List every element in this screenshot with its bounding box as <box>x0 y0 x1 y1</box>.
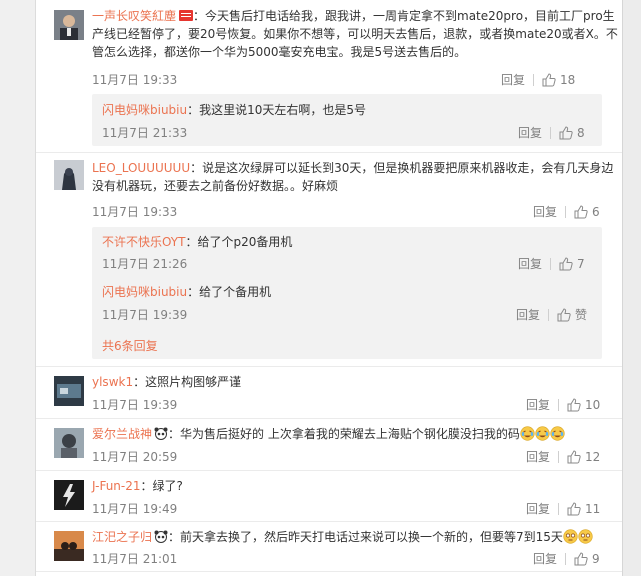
avatar[interactable] <box>54 480 84 510</box>
laugh-cry-emoji-icon <box>520 426 535 441</box>
comment-text-line: 没有机器玩，还要去之前备份好数据。。好麻烦 <box>92 179 339 193</box>
thumbs-up-icon[interactable] <box>567 501 581 516</box>
reply-button[interactable]: 回复 <box>501 71 525 88</box>
comment-text: 一声长叹笑紅塵 ：今天售后打电话给我，跟我讲，一周肯定拿不到mate20pro，目… <box>92 9 615 23</box>
reply-actions: 回复 8 <box>518 124 585 141</box>
laugh-cry-emoji-icon <box>535 426 550 441</box>
like-count: 8 <box>577 125 585 140</box>
reply-button[interactable]: 回复 <box>526 396 550 413</box>
avatar[interactable] <box>54 376 84 406</box>
reply-button[interactable]: 回复 <box>518 255 542 272</box>
member-badge-icon[interactable] <box>179 10 194 21</box>
like-count: 7 <box>577 256 585 271</box>
reply-time: 11月7日 21:26 <box>102 257 188 271</box>
username-link[interactable]: 闪电妈咪biubiu <box>102 285 187 299</box>
divider <box>36 366 622 367</box>
username-link[interactable]: 闪电妈咪biubiu <box>102 103 187 117</box>
reply-button[interactable]: 回复 <box>533 550 557 567</box>
comment-text: 爱尔兰战神 ：华为售后挺好的 上次拿着我的荣耀去上海贴个钢化膜没扫我的码 <box>92 426 565 443</box>
comment-time: 11月7日 21:01 <box>92 552 178 566</box>
like-count: 6 <box>592 204 600 219</box>
reply-button[interactable]: 回复 <box>526 500 550 517</box>
reply-button[interactable]: 回复 <box>516 306 540 323</box>
comment-text: J-Fun-21：绿了? <box>92 479 183 493</box>
username-link[interactable]: 一声长叹笑紅塵 <box>92 9 176 23</box>
divider <box>36 521 622 522</box>
thumbs-up-icon[interactable] <box>567 449 581 464</box>
sweat-emoji-icon <box>578 529 593 544</box>
view-more-replies-link[interactable]: 共6条回复 <box>102 338 158 355</box>
thumbs-up-icon[interactable] <box>559 256 573 271</box>
comment-time: 11月7日 20:59 <box>92 450 178 464</box>
like-count: 12 <box>585 449 601 464</box>
avatar[interactable] <box>54 160 84 190</box>
avatar[interactable] <box>54 10 84 40</box>
like-count: 10 <box>585 397 601 412</box>
comment-text-line: 产线已经暂停了，要20号恢复。如果你不想等，可以明天去售后，退款，或者换mate… <box>92 27 618 41</box>
username-link[interactable]: LEO_LOUUUUUU <box>92 161 190 175</box>
divider <box>36 152 622 153</box>
divider <box>36 470 622 471</box>
thumbs-up-icon[interactable] <box>542 72 556 87</box>
comment-actions: 回复 9 <box>533 550 600 567</box>
reply-time: 11月7日 21:33 <box>102 126 188 140</box>
username-link[interactable]: 爱尔兰战神 <box>92 427 152 441</box>
divider <box>36 571 622 572</box>
reply-text: 不许不快乐OYT：给了个p20备用机 <box>102 235 293 249</box>
comment-text-line: 管怎么选择，都送你一个华为5000毫安充电宝。我是5号送去售后的。 <box>92 45 467 59</box>
scrollbar-track[interactable] <box>622 0 641 576</box>
comment-actions: 回复 12 <box>526 448 600 465</box>
comment-text: ylswk1：这照片构图够严谨 <box>92 375 242 389</box>
username-link[interactable]: 不许不快乐OYT <box>102 235 185 249</box>
like-label: 赞 <box>575 308 588 322</box>
like-count: 9 <box>592 551 600 566</box>
reply-button[interactable]: 回复 <box>518 124 542 141</box>
comment-time: 11月7日 19:33 <box>92 73 178 87</box>
laugh-cry-emoji-icon <box>550 426 565 441</box>
comment-actions: 回复 18 <box>501 71 575 88</box>
comment-actions: 回复 11 <box>526 500 600 517</box>
reply-button[interactable]: 回复 <box>533 203 557 220</box>
reply-button[interactable]: 回复 <box>526 448 550 465</box>
panda-icon <box>154 530 168 543</box>
comment-text: 江汜之子归 ：前天拿去换了，然后昨天打电话过来说可以换一个新的，但要等7到15天 <box>92 529 593 546</box>
comment-time: 11月7日 19:33 <box>92 205 178 219</box>
comment-text: LEO_LOUUUUUU：说是这次绿屏可以延长到30天，但是换机器要把原来机器收… <box>92 161 614 175</box>
username-link[interactable]: 江汜之子归 <box>92 530 152 544</box>
thumbs-up-icon[interactable] <box>574 204 588 219</box>
panda-icon <box>154 427 168 440</box>
sweat-emoji-icon <box>563 529 578 544</box>
like-count: 11 <box>585 501 601 516</box>
thumbs-up-icon[interactable] <box>567 397 581 412</box>
reply-actions: 回复 7 <box>518 255 585 272</box>
thumbs-up-icon[interactable] <box>574 551 588 566</box>
reply-text: 闪电妈咪biubiu：给了个备用机 <box>102 285 272 299</box>
reply-time: 11月7日 19:39 <box>102 308 188 322</box>
reply-actions: 回复 赞 <box>516 306 587 323</box>
comment-feed: 一声长叹笑紅塵 ：今天售后打电话给我，跟我讲，一周肯定拿不到mate20pro，目… <box>36 0 622 576</box>
like-count: 18 <box>560 72 576 87</box>
username-link[interactable]: J-Fun-21 <box>92 479 141 493</box>
comment-actions: 回复 6 <box>533 203 600 220</box>
divider <box>36 418 622 419</box>
username-link[interactable]: ylswk1 <box>92 375 133 389</box>
thumbs-up-icon[interactable] <box>559 125 573 140</box>
avatar[interactable] <box>54 428 84 458</box>
avatar[interactable] <box>54 531 84 561</box>
comment-actions: 回复 10 <box>526 396 600 413</box>
comment-time: 11月7日 19:39 <box>92 398 178 412</box>
thumbs-up-icon[interactable] <box>557 307 571 322</box>
reply-text: 闪电妈咪biubiu：我这里说10天左右啊，也是5号 <box>102 103 367 117</box>
left-gutter <box>0 0 36 576</box>
comment-time: 11月7日 19:49 <box>92 502 178 516</box>
